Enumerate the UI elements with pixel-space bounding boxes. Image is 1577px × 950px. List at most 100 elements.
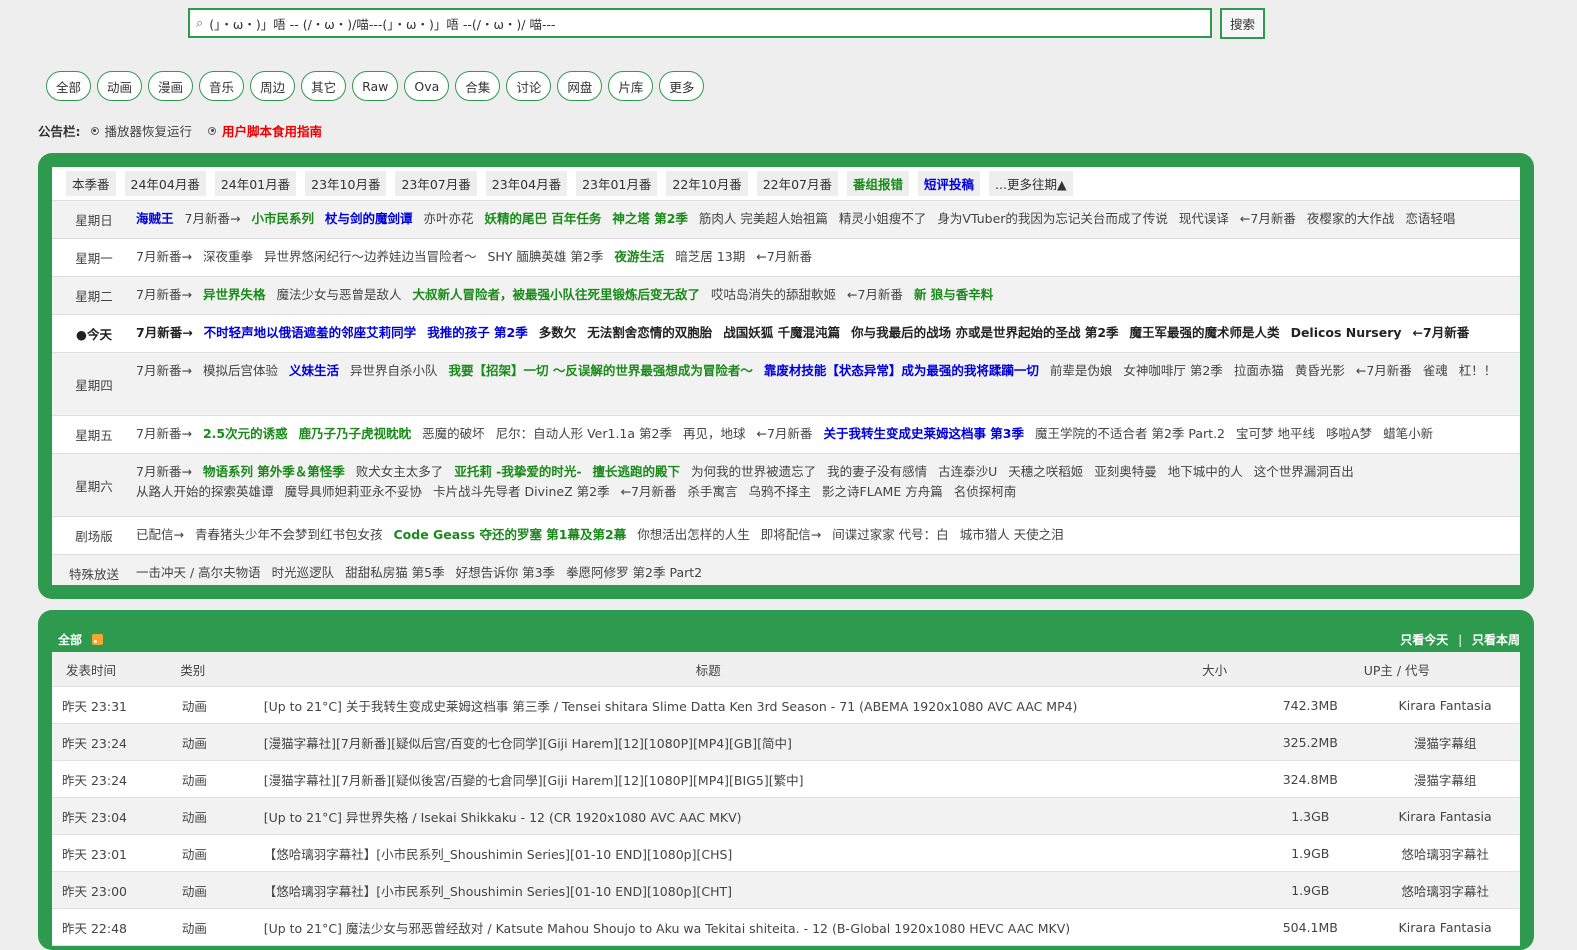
anime-link[interactable]: 夜游生活	[614, 247, 664, 267]
anime-link[interactable]: 物语系列 第外季＆第怪季	[203, 462, 345, 482]
anime-link[interactable]: 模拟后宫体验	[203, 361, 278, 381]
season-tab[interactable]: 22年10月番	[666, 171, 748, 196]
anime-link[interactable]: 为何我的世界被遗忘了	[691, 462, 816, 482]
anime-link[interactable]: 亚托莉 -我挚爱的时光-	[454, 462, 581, 482]
category-pill[interactable]: 片库	[608, 71, 654, 101]
anime-link[interactable]: 宝可梦 地平线	[1236, 424, 1315, 444]
anime-link[interactable]: 魔王军最强的魔术师是人类	[1130, 323, 1280, 343]
anime-link[interactable]: 夜樱家的大作战	[1307, 209, 1395, 229]
anime-link[interactable]: Delicos Nursery	[1291, 323, 1402, 343]
row-title-link[interactable]: 【悠哈璃羽字幕社】[小市民系列_Shoushimin Series][01-10…	[264, 844, 1251, 863]
anime-link[interactable]: 7月新番→	[136, 247, 192, 267]
row-uploader[interactable]: Kirara Fantasia	[1370, 809, 1520, 824]
anime-link[interactable]: 魔王学院的不适合者 第2季 Part.2	[1035, 424, 1225, 444]
anime-link[interactable]: 时光巡逻队	[272, 563, 335, 583]
row-title-link[interactable]: [Up to 21°C] 魔法少女与邪恶曾经敌对 / Katsute Mahou…	[264, 918, 1251, 937]
anime-link[interactable]: 大叔新人冒险者，被最强小队往死里锻炼后变无敌了	[412, 285, 700, 305]
row-uploader[interactable]: 悠哈璃羽字幕社	[1370, 844, 1520, 863]
season-tab[interactable]: 24年01月番	[214, 171, 297, 196]
anime-link[interactable]: 7月新番→	[136, 323, 193, 343]
anime-link[interactable]: 神之塔 第2季	[612, 209, 688, 229]
anime-link[interactable]: 蜡笔小新	[1383, 424, 1433, 444]
row-category[interactable]: 动画	[182, 770, 264, 789]
category-pill[interactable]: 网盘	[557, 71, 603, 101]
notice-item[interactable]: 用户脚本食用指南	[208, 121, 322, 140]
anime-link[interactable]: 乌鸦不择主	[749, 482, 812, 502]
row-category[interactable]: 动画	[182, 733, 264, 752]
anime-link[interactable]: 拉面赤猫	[1234, 361, 1284, 381]
anime-link[interactable]: 异世界自杀小队	[350, 361, 438, 381]
category-pill[interactable]: 讨论	[506, 71, 552, 101]
row-uploader[interactable]: 悠哈璃羽字幕社	[1370, 881, 1520, 900]
anime-link[interactable]: 异世界失格	[203, 285, 266, 305]
anime-link[interactable]: 天穗之咲稻姬	[1008, 462, 1083, 482]
anime-link[interactable]: ←7月新番	[1413, 323, 1470, 343]
anime-link[interactable]: 不时轻声地以俄语遮羞的邻座艾莉同学	[204, 323, 417, 343]
season-tab[interactable]: 23年04月番	[485, 171, 568, 196]
row-category[interactable]: 动画	[182, 807, 264, 826]
anime-link[interactable]: 已配信→	[136, 525, 184, 545]
anime-link[interactable]: 7月新番→	[136, 285, 192, 305]
season-tab[interactable]: 23年10月番	[305, 171, 387, 196]
anime-link[interactable]: 影之诗FLAME 方舟篇	[822, 482, 943, 502]
anime-link[interactable]: 精灵小姐瘦不了	[839, 209, 927, 229]
anime-link[interactable]: 多数欠	[539, 323, 577, 343]
search-button[interactable]: 搜索	[1220, 8, 1265, 39]
row-title-link[interactable]: [漫猫字幕社][7月新番][疑似後宮/百變的七倉同學][Giji Harem][…	[264, 770, 1251, 789]
row-uploader[interactable]: 漫猫字幕组	[1370, 733, 1520, 752]
notice-item[interactable]: 播放器恢复运行	[90, 121, 192, 140]
anime-link[interactable]: 义妹生活	[289, 361, 339, 381]
anime-link[interactable]: 2.5次元的诱惑	[203, 424, 288, 444]
anime-link[interactable]: 7月新番→	[185, 209, 241, 229]
anime-link[interactable]: 现代误译	[1179, 209, 1229, 229]
season-tab[interactable]: 24年04月番	[124, 171, 206, 196]
anime-link[interactable]: 哆啦A梦	[1326, 424, 1372, 444]
anime-link[interactable]: 杀手寓言	[688, 482, 738, 502]
anime-link[interactable]: 新 狼与香辛料	[914, 285, 993, 305]
row-category[interactable]: 动画	[182, 844, 264, 863]
anime-link[interactable]: 筋肉人 完美超人始祖篇	[699, 209, 828, 229]
row-title-link[interactable]: 【悠哈璃羽字幕社】[小市民系列_Shoushimin Series][01-10…	[264, 881, 1251, 900]
category-pill[interactable]: Raw	[352, 71, 399, 101]
anime-link[interactable]: 身为VTuber的我因为忘记关台而成了传说	[937, 209, 1167, 229]
anime-link[interactable]: 这个世界漏洞百出	[1254, 462, 1354, 482]
anime-link[interactable]: 败犬女主太多了	[356, 462, 444, 482]
anime-link[interactable]: 尼尔：自动人形 Ver1.1a 第2季	[496, 424, 672, 444]
anime-link[interactable]: 亦叶亦花	[423, 209, 473, 229]
anime-link[interactable]: 雀魂	[1423, 361, 1448, 381]
row-title-link[interactable]: [漫猫字幕社][7月新番][疑似后宫/百变的七仓同学][Giji Harem][…	[264, 733, 1251, 752]
category-pill[interactable]: 合集	[455, 71, 501, 101]
category-pill[interactable]: 音乐	[199, 71, 245, 101]
anime-link[interactable]: 卡片战斗先导者 DivineZ 第2季	[433, 482, 610, 502]
row-category[interactable]: 动画	[182, 881, 264, 900]
search-input[interactable]	[207, 14, 1210, 32]
anime-link[interactable]: 深夜重拳	[203, 247, 253, 267]
anime-link[interactable]: 7月新番→	[136, 424, 192, 444]
header-category[interactable]: 类别	[180, 660, 261, 679]
category-pill[interactable]: 其它	[301, 71, 347, 101]
anime-link[interactable]: 甜甜私房猫 第5季	[345, 563, 444, 583]
anime-link[interactable]: 无法割舍恋情的双胞胎	[587, 323, 712, 343]
anime-link[interactable]: 我的妻子没有感情	[827, 462, 927, 482]
anime-link[interactable]: ←7月新番	[847, 285, 903, 305]
season-tab[interactable]: 短评投稿	[918, 171, 981, 196]
anime-link[interactable]: 战国妖狐 千魔混沌篇	[723, 323, 840, 343]
anime-link[interactable]: 鹿乃子乃子虎视眈眈	[299, 424, 412, 444]
anime-link[interactable]: 恋语轻唱	[1405, 209, 1455, 229]
anime-link[interactable]: 杖与剑的魔剑谭	[325, 209, 413, 229]
anime-link[interactable]: 女神咖啡厅 第2季	[1123, 361, 1222, 381]
season-tab[interactable]: 23年07月番	[395, 171, 477, 196]
anime-link[interactable]: 古连泰沙U	[938, 462, 997, 482]
row-uploader[interactable]: Kirara Fantasia	[1370, 920, 1520, 935]
anime-link[interactable]: 杠！！	[1459, 361, 1497, 381]
anime-link[interactable]: 好想告诉你 第3季	[456, 563, 555, 583]
anime-link[interactable]: 城市猎人 天使之泪	[960, 525, 1064, 545]
season-tab[interactable]: 番组报错	[847, 171, 910, 196]
row-title-link[interactable]: [Up to 21°C] 异世界失格 / Isekai Shikkaku - 1…	[264, 807, 1251, 826]
anime-link[interactable]: 哎咕岛消失的舔甜軟姬	[711, 285, 836, 305]
anime-link[interactable]: Code Geass 夺还的罗塞 第1幕及第2幕	[394, 525, 627, 545]
anime-link[interactable]: 异世界悠闲纪行～边养娃边当冒险者～	[264, 247, 477, 267]
category-pill[interactable]: 更多	[659, 71, 705, 101]
anime-link[interactable]: 我推的孩子 第2季	[427, 323, 528, 343]
header-time[interactable]: 发表时间	[52, 660, 180, 679]
